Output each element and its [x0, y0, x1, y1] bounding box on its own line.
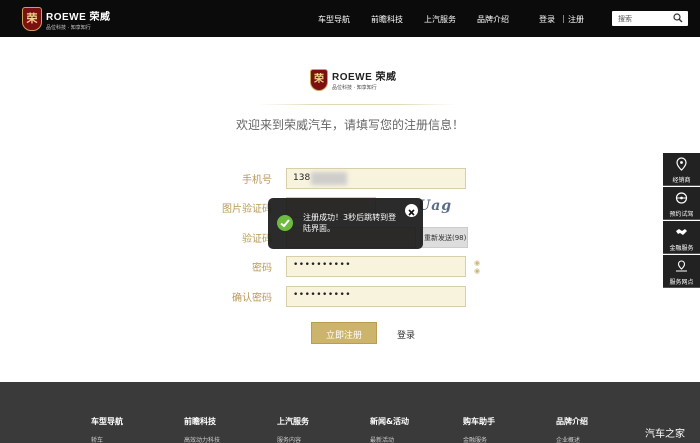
login-link[interactable]: 登录	[539, 14, 555, 25]
map-pin-icon	[676, 260, 687, 272]
footer: 车型导航 轿车 前瞻科技 高效动力科技 上汽服务 服务内容 新闻&活动 最新活动…	[0, 382, 700, 443]
watermark: 汽车之家	[645, 429, 685, 440]
center-brand-slogan: 品位科技 · 知享知行	[332, 85, 377, 91]
close-icon[interactable]	[405, 204, 418, 217]
handshake-icon	[676, 229, 687, 235]
login-link-bottom[interactable]: 登录	[397, 328, 415, 341]
nav-brand[interactable]: 品牌介绍	[477, 14, 509, 25]
footer-col-brand: 品牌介绍 企业概述	[556, 417, 588, 443]
footer-link[interactable]: 高效动力科技	[184, 435, 220, 443]
float-dealer[interactable]: 经销商	[663, 153, 700, 186]
footer-col-models: 车型导航 轿车	[91, 417, 123, 443]
footer-link[interactable]: 企业概述	[556, 435, 588, 443]
password-value: ••••••••••	[293, 260, 352, 270]
resend-sms-button[interactable]: 重新发送(98)	[420, 227, 468, 248]
float-service-points[interactable]: 服务网点	[663, 255, 700, 288]
phone-value: 138	[293, 173, 311, 183]
register-submit-button[interactable]: 立即注册	[311, 322, 377, 344]
check-icon	[277, 215, 293, 231]
brand-slogan: 品位科技 · 知享知行	[46, 24, 91, 31]
phone-input[interactable]: 138	[286, 168, 466, 189]
float-finance[interactable]: 金融服务	[663, 221, 700, 254]
footer-link[interactable]: 轿车	[91, 435, 123, 443]
confirm-password-label: 确认密码	[232, 293, 272, 304]
search-placeholder: 搜索	[618, 15, 632, 23]
center-logo: 荣 ROEWE 荣威 品位科技 · 知享知行	[310, 68, 397, 91]
footer-col-technology: 前瞻科技 高效动力科技	[184, 417, 221, 443]
confirm-password-input[interactable]: ••••••••••	[286, 286, 466, 307]
password-input[interactable]: ••••••••••	[286, 256, 466, 277]
register-link[interactable]: 注册	[568, 14, 584, 25]
top-navbar: 荣 ROEWE 荣威 品位科技 · 知享知行 车型导航 前瞻科技 上汽服务 品牌…	[0, 0, 700, 37]
sms-code-label: 验证码	[242, 234, 272, 245]
brand-name: ROEWE 荣威	[46, 11, 111, 23]
phone-redaction	[311, 172, 347, 185]
password-label: 密码	[252, 263, 272, 274]
footer-col-service: 上汽服务 服务内容	[277, 417, 309, 443]
search-icon[interactable]	[673, 13, 683, 23]
footer-link[interactable]: 金融服务	[463, 435, 495, 443]
password-hint-icon[interactable]: ◉ ◉	[474, 259, 480, 275]
toast-message: 注册成功！3秒后跳转到登陆界面。	[303, 213, 397, 233]
divider	[257, 104, 457, 105]
nav-technology[interactable]: 前瞻科技	[371, 14, 403, 25]
roewe-shield-icon: 荣	[310, 68, 328, 91]
roewe-shield-icon: 荣	[22, 7, 42, 31]
center-brand-name: ROEWE 荣威	[332, 72, 397, 83]
welcome-heading: 欢迎来到荣威汽车，请填写您的注册信息！	[235, 118, 464, 132]
confirm-password-value: ••••••••••	[293, 290, 352, 300]
nav-models[interactable]: 车型导航	[318, 14, 350, 25]
steering-wheel-icon	[675, 192, 688, 204]
footer-link[interactable]: 服务内容	[277, 435, 309, 443]
footer-link[interactable]: 最新活动	[370, 435, 409, 443]
success-toast: 注册成功！3秒后跳转到登陆界面。	[268, 198, 423, 249]
nav-service[interactable]: 上汽服务	[424, 14, 456, 25]
footer-col-news: 新闻&活动 最新活动	[370, 417, 409, 443]
float-test-drive[interactable]: 预约试驾	[663, 187, 700, 220]
nav-separator: |	[562, 14, 565, 23]
footer-col-purchase: 购车助手 金融服务	[463, 417, 495, 443]
phone-label: 手机号	[242, 175, 272, 186]
search-input[interactable]: 搜索	[612, 11, 688, 26]
roewe-logo[interactable]: 荣 ROEWE 荣威 品位科技 · 知享知行	[22, 6, 111, 32]
captcha-image[interactable]: Uag	[418, 198, 452, 214]
captcha-label: 图片验证码	[222, 204, 272, 215]
location-pin-icon	[676, 157, 687, 171]
